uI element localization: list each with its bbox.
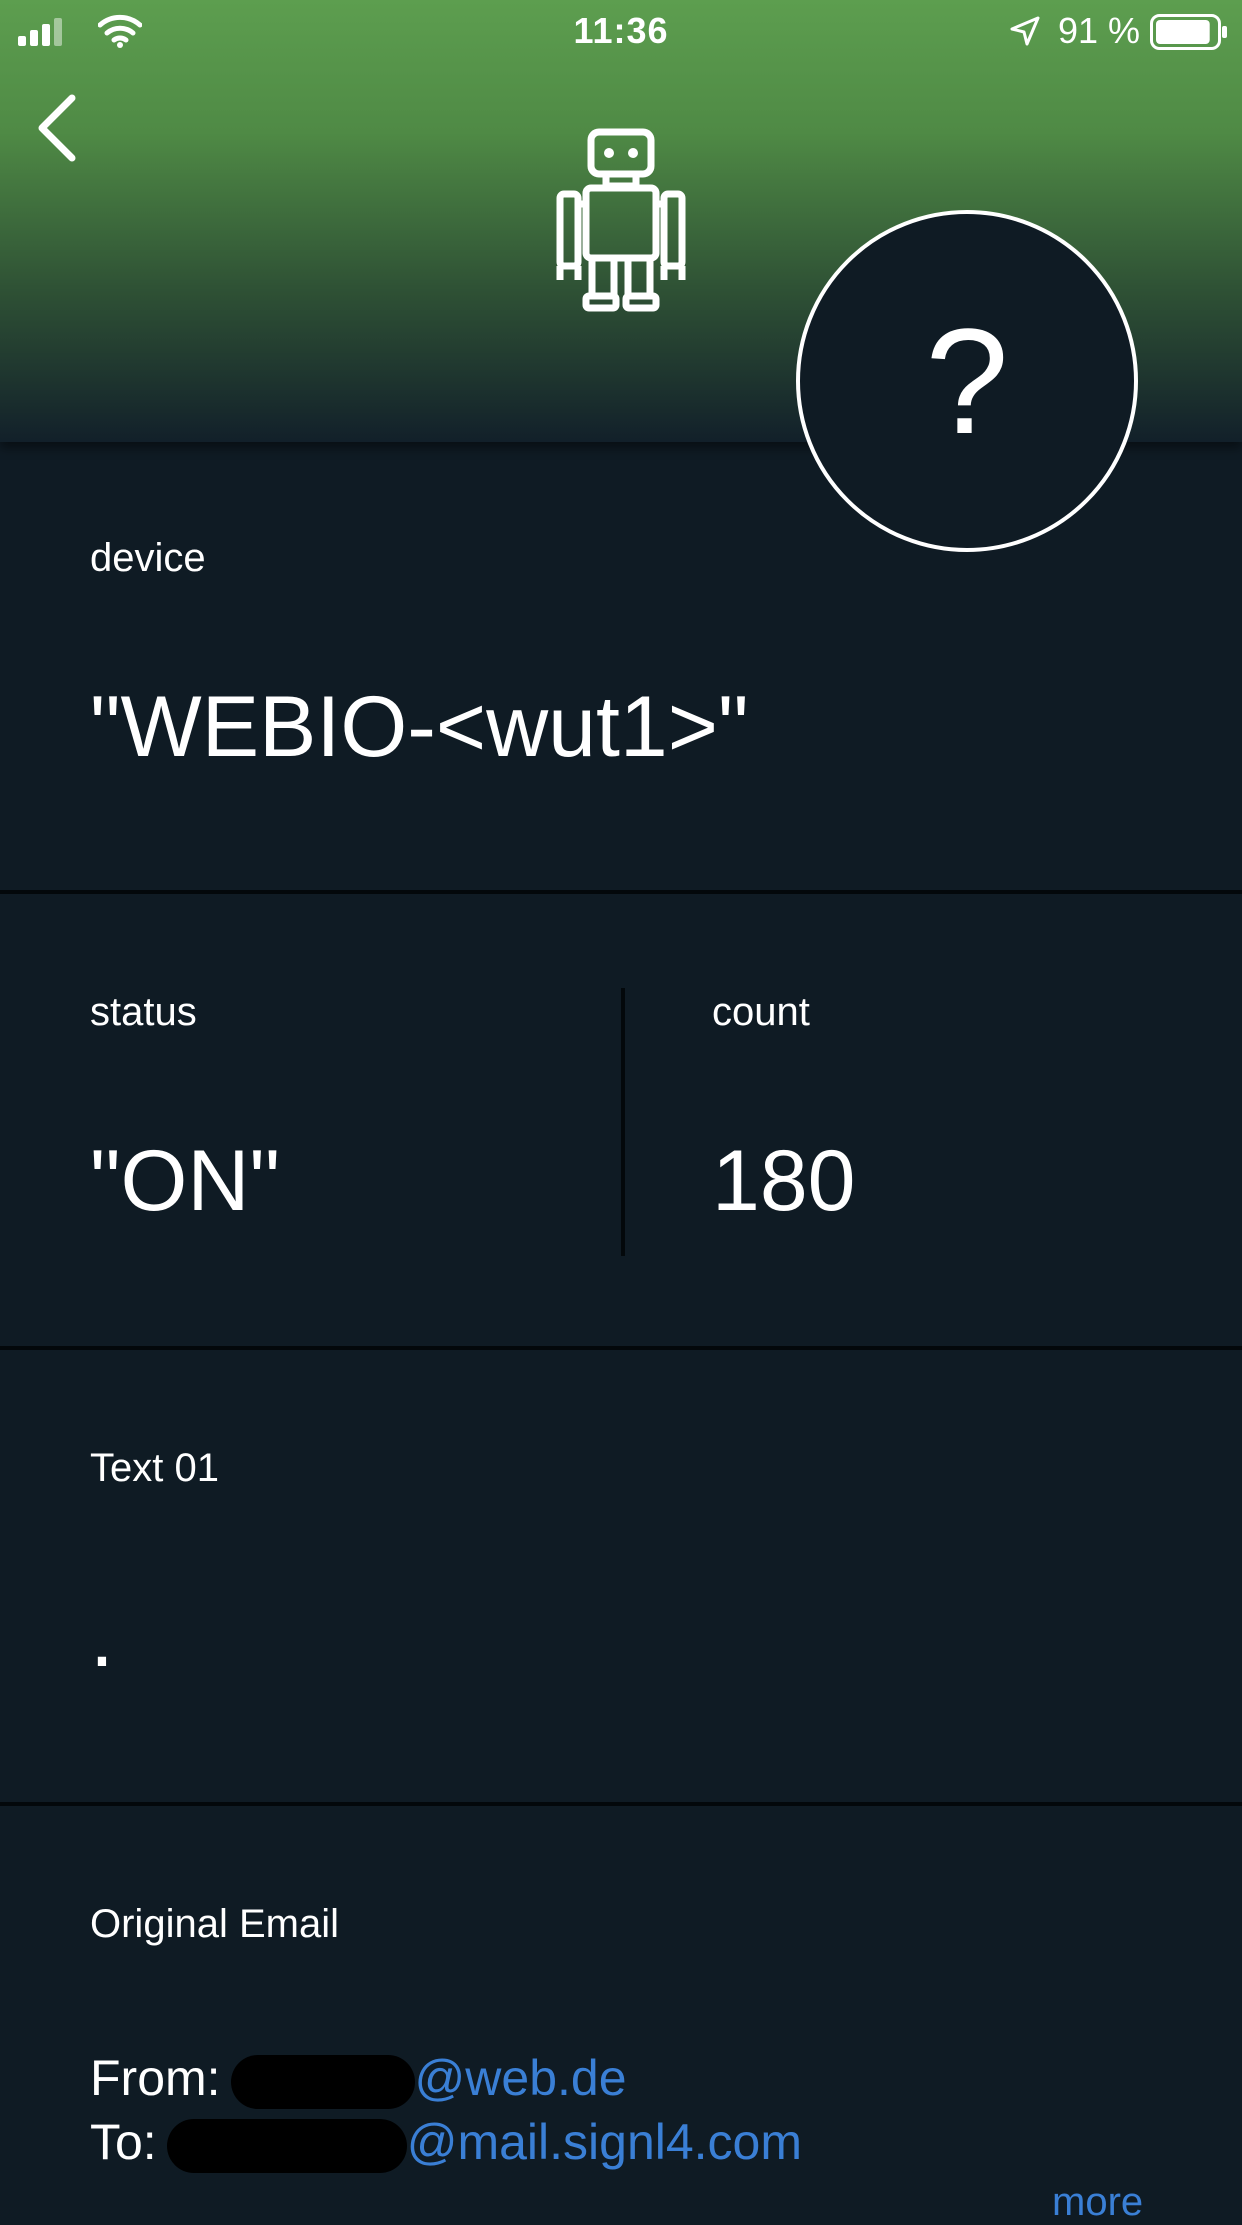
section-divider: [0, 1346, 1242, 1350]
battery-icon: [1150, 14, 1227, 50]
from-label: From:: [90, 2050, 221, 2106]
original-email-label: Original Email: [90, 1902, 339, 1946]
email-body: From: @web.de To: @mail.signl4.com: [90, 2046, 802, 2174]
email-to-row: To: @mail.signl4.com: [90, 2110, 802, 2174]
status-value: "ON": [90, 1133, 281, 1229]
to-email-link[interactable]: @mail.signl4.com: [407, 2114, 802, 2170]
section-divider: [0, 1802, 1242, 1806]
from-email-link[interactable]: @web.de: [415, 2050, 627, 2106]
redacted-block: [230, 2054, 415, 2109]
status-time: 11:36: [573, 10, 669, 51]
chevron-left-icon: [38, 94, 76, 162]
text01-label: Text 01: [90, 1446, 219, 1490]
column-divider: [621, 988, 625, 1256]
question-mark-icon: ?: [925, 296, 1009, 465]
battery-percent: 91 %: [1058, 10, 1141, 51]
device-label: device: [90, 536, 206, 580]
text01-value: .: [90, 1589, 114, 1685]
section-divider: [0, 890, 1242, 894]
redacted-block: [166, 2118, 407, 2173]
email-from-row: From: @web.de: [90, 2046, 802, 2110]
help-button[interactable]: ?: [796, 210, 1138, 552]
robot-icon: [556, 128, 686, 312]
back-button[interactable]: [28, 90, 88, 166]
more-link[interactable]: more: [1052, 2180, 1143, 2225]
location-arrow-icon: [1010, 16, 1040, 46]
to-label: To:: [90, 2114, 157, 2170]
status-label: status: [90, 990, 197, 1034]
status-bar: 11:36 91 %: [0, 0, 1242, 62]
device-value: "WEBIO-<wut1>": [90, 679, 749, 775]
text01-section: Text 01 .: [0, 1350, 1242, 1802]
count-value: 180: [712, 1133, 856, 1229]
count-label: count: [712, 990, 810, 1034]
